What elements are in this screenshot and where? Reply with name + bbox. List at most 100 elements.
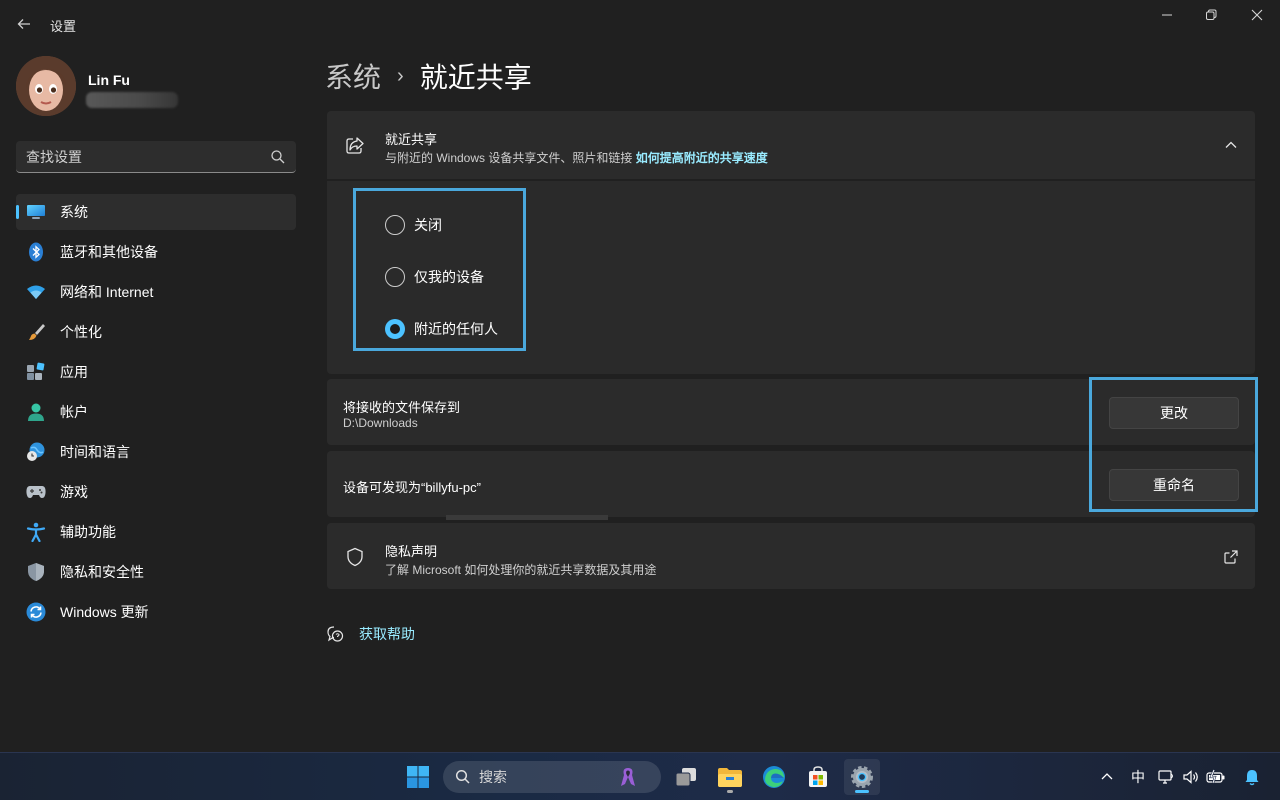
taskbar-search[interactable]: 搜索 — [443, 761, 661, 793]
device-name-title: 设备可发现为“billyfu-pc” — [343, 480, 481, 495]
external-link-icon — [1224, 550, 1238, 564]
sidebar-item-personalization[interactable]: 个性化 — [16, 314, 296, 350]
back-arrow-icon — [17, 19, 30, 29]
edge-icon — [763, 766, 785, 788]
close-button[interactable] — [1234, 0, 1280, 32]
breadcrumb: 系统 › 就近共享 — [325, 58, 532, 94]
sidebar-item-accounts[interactable]: 帐户 — [16, 394, 296, 430]
share-icon — [346, 137, 364, 154]
settings-taskbar-button[interactable] — [844, 759, 880, 795]
system-display-icon — [26, 202, 46, 222]
globe-clock-icon — [26, 442, 46, 462]
restore-button[interactable] — [1188, 0, 1234, 32]
sidebar-item-time-language[interactable]: 时间和语言 — [16, 434, 296, 470]
settings-search[interactable] — [16, 141, 296, 173]
volume-icon[interactable] — [1182, 769, 1200, 785]
search-icon — [455, 769, 470, 784]
radio-button[interactable] — [385, 267, 405, 287]
search-icon — [271, 150, 285, 164]
breadcrumb-parent[interactable]: 系统 — [325, 56, 381, 96]
account-icon — [26, 402, 46, 422]
sidebar-item-label: 时间和语言 — [60, 444, 130, 460]
radio-label: 附近的任何人 — [414, 321, 498, 337]
network-monitor-icon[interactable] — [1158, 769, 1176, 785]
sidebar-item-accessibility[interactable]: 辅助功能 — [16, 514, 296, 550]
help-chat-icon — [327, 626, 344, 642]
radio-option-my-devices[interactable]: 仅我的设备 — [385, 265, 484, 289]
accessibility-icon — [26, 522, 46, 542]
ribbon-icon — [621, 768, 635, 786]
get-help[interactable]: 获取帮助 — [325, 624, 415, 644]
bluetooth-icon — [26, 242, 46, 262]
avatar-image — [16, 56, 76, 116]
sidebar-item-label: 网络和 Internet — [60, 284, 154, 300]
radio-option-off[interactable]: 关闭 — [385, 213, 442, 237]
search-input[interactable] — [26, 141, 266, 172]
user-email-redacted — [86, 92, 178, 108]
radio-option-everyone-nearby[interactable]: 附近的任何人 — [385, 317, 498, 341]
battery-icon[interactable] — [1206, 769, 1226, 785]
breadcrumb-separator: › — [397, 64, 404, 87]
minimize-icon — [1162, 14, 1172, 16]
sidebar-item-gaming[interactable]: 游戏 — [16, 474, 296, 510]
notification-button[interactable] — [1236, 759, 1268, 795]
user-profile[interactable]: Lin Fu — [16, 56, 296, 120]
file-explorer-icon — [718, 768, 742, 787]
nearby-sharing-subtitle: 与附近的 Windows 设备共享文件、照片和链接 如何提高附近的共享速度 — [385, 149, 768, 166]
close-icon — [1251, 9, 1263, 21]
sidebar-item-label: 帐户 — [60, 404, 88, 420]
privacy-subtitle: 了解 Microsoft 如何处理你的就近共享数据及其用途 — [385, 563, 657, 577]
taskbar-search-label: 搜索 — [479, 769, 507, 785]
sidebar-item-label: 游戏 — [60, 484, 88, 500]
active-indicator — [855, 790, 869, 793]
radio-button-selected[interactable] — [385, 319, 405, 339]
sidebar-item-label: 隐私和安全性 — [60, 564, 144, 580]
store-icon — [809, 766, 827, 787]
gamepad-icon — [26, 482, 46, 502]
store-button[interactable] — [800, 759, 836, 795]
shield-outline-icon — [347, 547, 363, 567]
divider — [446, 515, 608, 520]
sidebar-item-label: 系统 — [60, 204, 88, 220]
radio-label: 仅我的设备 — [414, 269, 484, 285]
sidebar-item-apps[interactable]: 应用 — [16, 354, 296, 390]
task-view-icon — [675, 768, 696, 787]
nearby-sharing-description: 与附近的 Windows 设备共享文件、照片和链接 — [385, 151, 633, 165]
sidebar-item-network[interactable]: 网络和 Internet — [16, 274, 296, 310]
nearby-sharing-expander[interactable]: 就近共享 与附近的 Windows 设备共享文件、照片和链接 如何提高附近的共享… — [327, 111, 1255, 179]
shield-icon — [26, 562, 46, 582]
buttons-highlight-frame — [1089, 377, 1258, 512]
sidebar-item-windows-update[interactable]: Windows 更新 — [16, 594, 296, 630]
nearby-sharing-title: 就近共享 — [385, 132, 438, 147]
get-help-link[interactable]: 获取帮助 — [359, 624, 415, 644]
ime-indicator[interactable]: 中 — [1131, 767, 1145, 787]
minimize-button[interactable] — [1144, 0, 1190, 32]
apps-icon — [26, 362, 46, 382]
chevron-up-icon[interactable] — [1223, 137, 1239, 153]
sidebar-item-bluetooth[interactable]: 蓝牙和其他设备 — [16, 234, 296, 270]
settings-icon — [851, 766, 873, 788]
avatar — [16, 56, 76, 116]
windows-update-icon — [26, 602, 46, 622]
sidebar-item-label: 辅助功能 — [60, 524, 116, 540]
chevron-up-icon[interactable] — [1100, 770, 1114, 784]
sidebar-item-system[interactable]: 系统 — [16, 194, 296, 230]
page-title: 就近共享 — [419, 62, 532, 93]
start-button[interactable] — [400, 759, 436, 795]
restore-icon — [1206, 9, 1217, 20]
sidebar-item-label: 蓝牙和其他设备 — [60, 244, 158, 260]
sidebar-nav: 系统 蓝牙和其他设备 网络和 Internet 个性化 应用 帐户 时间和语言 … — [16, 194, 296, 634]
privacy-statement-link-card[interactable]: 隐私声明 了解 Microsoft 如何处理你的就近共享数据及其用途 — [327, 523, 1255, 589]
back-button[interactable] — [12, 10, 36, 38]
improve-speed-link[interactable]: 如何提高附近的共享速度 — [636, 151, 768, 165]
sidebar-item-privacy-security[interactable]: 隐私和安全性 — [16, 554, 296, 590]
running-indicator — [727, 790, 733, 793]
app-title: 设置 — [50, 19, 77, 34]
file-explorer-button[interactable] — [712, 759, 748, 795]
task-view-button[interactable] — [668, 759, 704, 795]
edge-button[interactable] — [756, 759, 792, 795]
save-location-path: D:\Downloads — [343, 416, 418, 430]
privacy-title: 隐私声明 — [385, 544, 438, 559]
user-name: Lin Fu — [88, 72, 130, 88]
radio-button[interactable] — [385, 215, 405, 235]
